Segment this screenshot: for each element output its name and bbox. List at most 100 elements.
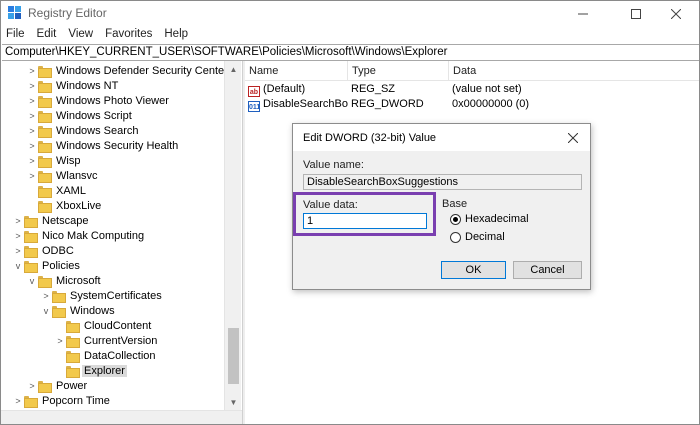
tree-item-label: Windows NT	[56, 79, 119, 92]
value-name-field: DisableSearchBoxSuggestions	[303, 174, 582, 190]
tree-item[interactable]: XAML	[26, 183, 88, 198]
value-name: (Default)	[263, 83, 306, 95]
hexadecimal-radio[interactable]: Hexadecimal	[450, 213, 529, 225]
decimal-label: Decimal	[465, 231, 505, 243]
tree-item-label: CloudContent	[84, 319, 152, 332]
scroll-down-arrow-icon[interactable]: ▼	[225, 394, 242, 411]
tree-item[interactable]: XboxLive	[26, 198, 103, 213]
tree-item[interactable]: v Microsoft	[26, 273, 103, 288]
tree-item-selected[interactable]: Explorer	[54, 363, 127, 378]
tree-item[interactable]: > Windows Script	[26, 108, 134, 123]
tree-item[interactable]: > CurrentVersion	[54, 333, 159, 348]
decimal-radio[interactable]: Decimal	[450, 231, 505, 243]
tree-item[interactable]: > Windows Security Health	[26, 138, 180, 153]
list-row[interactable]: ab (Default) REG_SZ (value not set)	[245, 82, 699, 97]
scroll-thumb[interactable]	[228, 328, 239, 384]
tree-item-label: Windows Security Health	[56, 139, 179, 152]
tree-item-label: CurrentVersion	[84, 334, 158, 347]
tree-item[interactable]: > Wisp	[26, 153, 82, 168]
cancel-button[interactable]: Cancel	[513, 261, 582, 279]
base-groupbox: Base Hexadecimal Decimal	[442, 198, 582, 252]
expand-chevron-icon[interactable]: >	[12, 393, 24, 408]
tree-item-label: Wisp	[56, 154, 81, 167]
expand-chevron-icon[interactable]: >	[26, 78, 38, 93]
menu-help[interactable]: Help	[159, 26, 195, 44]
base-label: Base	[442, 198, 468, 210]
tree-item[interactable]: > Netscape	[12, 213, 90, 228]
collapse-chevron-icon[interactable]: v	[12, 258, 24, 273]
tree-item-label: Wlansvc	[56, 169, 98, 182]
expand-chevron-icon[interactable]: >	[26, 378, 38, 393]
tree-item[interactable]: > SystemCertificates	[40, 288, 164, 303]
collapse-chevron-icon[interactable]: v	[26, 273, 38, 288]
value-data-highlight-box	[293, 192, 436, 236]
folder-icon	[66, 365, 80, 378]
list-row[interactable]: 011 DisableSearchBo... REG_DWORD 0x000000…	[245, 97, 699, 112]
tree-item[interactable]: > Windows NT	[26, 78, 120, 93]
tree-item[interactable]: DataCollection	[54, 348, 158, 363]
tree-item[interactable]: v Windows	[40, 303, 117, 318]
tree-item[interactable]: > Nico Mak Computing	[12, 228, 146, 243]
tree-item-label: SystemCertificates	[70, 289, 162, 302]
dialog-close-icon[interactable]	[563, 128, 583, 148]
tree-item[interactable]: CloudContent	[54, 318, 153, 333]
tree-item-label: Windows Defender Security Center	[56, 64, 228, 77]
tree-item-label: Windows Photo Viewer	[56, 94, 169, 107]
folder-icon	[38, 380, 52, 393]
column-type-header[interactable]: Type	[348, 61, 449, 81]
tree-item[interactable]: > ODBC	[12, 243, 76, 258]
tree-item-label: ODBC	[42, 244, 74, 257]
registry-tree: > Windows Defender Security Center > Windo…	[1, 61, 242, 424]
expand-chevron-icon[interactable]: >	[26, 168, 38, 183]
title-bar: Registry Editor	[1, 1, 699, 26]
folder-icon	[66, 350, 80, 363]
expand-chevron-icon[interactable]: >	[26, 153, 38, 168]
tree-item-label: Windows Search	[56, 124, 139, 137]
value-data: 0x00000000 (0)	[452, 98, 530, 110]
tree-item[interactable]: v Policies	[12, 258, 82, 273]
scroll-up-arrow-icon[interactable]: ▲	[225, 61, 242, 78]
value-data: (value not set)	[452, 83, 522, 95]
folder-icon	[38, 275, 52, 288]
expand-chevron-icon	[54, 318, 66, 333]
tree-item[interactable]: > Windows Defender Security Center	[26, 63, 230, 78]
tree-item[interactable]: > Wlansvc	[26, 168, 100, 183]
tree-item[interactable]: > Power	[26, 378, 89, 393]
expand-chevron-icon	[54, 363, 66, 378]
expand-chevron-icon[interactable]: >	[26, 123, 38, 138]
collapse-chevron-icon[interactable]: v	[40, 303, 52, 318]
close-icon[interactable]	[653, 1, 699, 26]
expand-chevron-icon[interactable]: >	[26, 63, 38, 78]
tree-item[interactable]: > Windows Photo Viewer	[26, 93, 171, 108]
tree-horizontal-scrollbar[interactable]	[1, 410, 242, 424]
folder-icon	[38, 140, 52, 153]
expand-chevron-icon[interactable]: >	[40, 288, 52, 303]
tree-item[interactable]: > Popcorn Time	[12, 393, 112, 408]
expand-chevron-icon[interactable]: >	[26, 93, 38, 108]
menu-edit[interactable]: Edit	[32, 26, 64, 44]
expand-chevron-icon[interactable]: >	[26, 138, 38, 153]
minimize-icon[interactable]	[560, 1, 606, 26]
address-bar[interactable]: Computer\HKEY_CURRENT_USER\SOFTWARE\Poli…	[2, 44, 699, 61]
menu-file[interactable]: File	[1, 26, 32, 44]
expand-chevron-icon[interactable]: >	[12, 243, 24, 258]
column-data-header[interactable]: Data	[449, 61, 699, 81]
folder-icon	[38, 170, 52, 183]
column-name-header[interactable]: Name	[245, 61, 348, 81]
ok-button[interactable]: OK	[441, 261, 506, 279]
list-header: Name Type Data	[245, 61, 699, 81]
expand-chevron-icon	[26, 183, 38, 198]
expand-chevron-icon[interactable]: >	[12, 228, 24, 243]
expand-chevron-icon[interactable]: >	[26, 108, 38, 123]
folder-icon	[24, 260, 38, 273]
tree-item[interactable]: > Windows Search	[26, 123, 141, 138]
folder-icon	[24, 395, 38, 408]
expand-chevron-icon[interactable]: >	[54, 333, 66, 348]
menu-view[interactable]: View	[63, 26, 100, 44]
menu-favorites[interactable]: Favorites	[100, 26, 159, 44]
folder-icon	[24, 215, 38, 228]
tree-item-label: XAML	[56, 184, 86, 197]
folder-icon	[38, 185, 52, 198]
expand-chevron-icon[interactable]: >	[12, 213, 24, 228]
tree-vertical-scrollbar[interactable]: ▲ ▼	[224, 61, 241, 411]
